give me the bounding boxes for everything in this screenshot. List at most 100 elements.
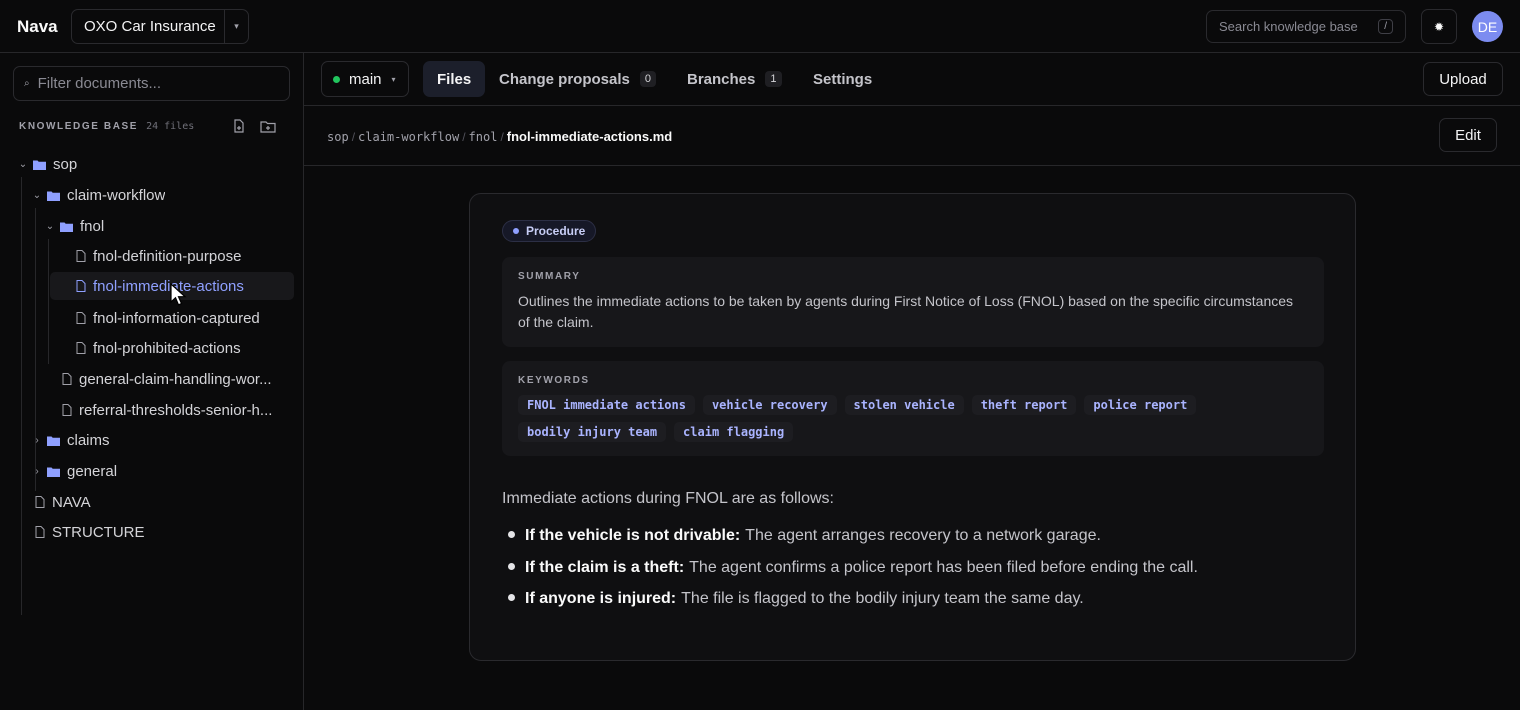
item-text: The agent arranges recovery to a network… <box>745 527 1101 544</box>
tree-file-structure[interactable]: STRUCTURE <box>35 518 287 546</box>
breadcrumb-current-file: fnol-immediate-actions.md <box>506 129 673 144</box>
bullet-icon <box>508 531 515 538</box>
list-item: If the vehicle is not drivable: The agent… <box>502 527 1322 559</box>
summary-text: Outlines the immediate actions to be tak… <box>518 293 1294 330</box>
branch-name: main <box>349 70 382 88</box>
tree-file-nava[interactable]: NAVA <box>35 488 287 516</box>
tab-count-badge: 0 <box>639 71 656 87</box>
list-item: If anyone is injured: The file is flagged… <box>502 590 1322 622</box>
sidebar: ⌕ KNOWLEDGE BASE 24 files ⌄ sop ⌄ claim-… <box>0 53 304 710</box>
tab-label: Files <box>437 70 472 88</box>
breadcrumb-segment[interactable]: sop <box>327 130 349 144</box>
sun-icon: ✹ <box>1433 19 1445 34</box>
bullet-icon <box>508 562 515 570</box>
badge-label: Procedure <box>526 224 586 238</box>
chevron-down-icon: ▾ <box>391 74 396 84</box>
search-shortcut: / <box>1378 19 1393 34</box>
tree-folder-claims[interactable]: › claims <box>31 426 287 454</box>
filter-input[interactable] <box>37 75 268 92</box>
tree-file-referral-thresholds[interactable]: referral-thresholds-senior-h... <box>62 396 290 424</box>
item-condition: If the vehicle is not drivable: <box>525 527 741 544</box>
avatar[interactable]: DE <box>1472 11 1503 42</box>
upload-button[interactable]: Upload <box>1423 62 1503 96</box>
item-text: The file is flagged to the bodily injury… <box>681 590 1084 607</box>
tab-change-proposals[interactable]: Change proposals 0 <box>499 61 656 97</box>
breadcrumb-separator: / <box>500 129 504 144</box>
chevron-down-icon[interactable]: ⌄ <box>17 159 29 170</box>
tree-label: general <box>67 462 118 480</box>
document-intro: Immediate actions during FNOL are as fol… <box>502 490 834 507</box>
file-count: 24 files <box>146 121 195 132</box>
branch-selector[interactable]: main ▾ <box>321 61 409 97</box>
file-icon <box>62 373 72 385</box>
breadcrumb-segment[interactable]: fnol <box>469 130 498 144</box>
new-file-icon[interactable] <box>232 119 246 134</box>
item-condition: If anyone is injured: <box>525 590 677 607</box>
tree-label: fnol-prohibited-actions <box>93 339 241 357</box>
tree-folder-claim-workflow[interactable]: ⌄ claim-workflow <box>31 181 287 209</box>
tree-label: STRUCTURE <box>52 523 145 541</box>
tree-label: fnol <box>80 217 105 235</box>
chevron-right-icon[interactable]: › <box>31 435 43 446</box>
chevron-down-icon[interactable]: ⌄ <box>31 190 43 201</box>
knowledge-base-actions <box>232 119 276 134</box>
edit-button[interactable]: Edit <box>1439 118 1497 152</box>
tabs-bar: main ▾ Files Change proposals 0 Branches… <box>304 53 1520 106</box>
keyword-chip: stolen vehicle <box>844 395 964 415</box>
file-icon <box>76 312 86 324</box>
theme-toggle-button[interactable]: ✹ <box>1421 9 1457 44</box>
file-icon <box>76 342 86 354</box>
folder-icon <box>47 190 60 201</box>
keywords-title: KEYWORDS <box>518 375 590 386</box>
tree-label: fnol-definition-purpose <box>93 247 242 265</box>
keyword-chip: bodily injury team <box>518 422 667 442</box>
tree-label: NAVA <box>52 493 91 511</box>
new-folder-icon[interactable] <box>260 119 276 134</box>
badge-dot <box>513 228 519 234</box>
chevron-down-icon[interactable]: ⌄ <box>44 221 56 232</box>
file-icon <box>76 280 86 292</box>
tree-file-general-claim-handling[interactable]: general-claim-handling-wor... <box>62 365 290 393</box>
breadcrumb-segment[interactable]: claim-workflow <box>358 130 459 144</box>
breadcrumb-separator: / <box>351 129 356 144</box>
tree-label: claim-workflow <box>67 186 166 204</box>
knowledge-base-title: KNOWLEDGE BASE <box>19 121 139 132</box>
filter-documents[interactable]: ⌕ <box>13 66 290 101</box>
file-icon <box>35 526 45 538</box>
summary-panel: SUMMARY Outlines the immediate actions t… <box>502 257 1324 347</box>
tab-label: Change proposals <box>499 70 630 88</box>
keyword-chip: theft report <box>971 395 1077 415</box>
search-icon: ⌕ <box>24 78 30 89</box>
chevron-right-icon[interactable]: › <box>31 466 43 477</box>
summary-title: SUMMARY <box>518 271 581 282</box>
file-icon <box>35 496 45 508</box>
tree-folder-general[interactable]: › general <box>31 457 287 485</box>
tab-files[interactable]: Files <box>423 61 486 97</box>
top-bar: Nava OXO Car Insurance ▾ Search knowledg… <box>0 0 1520 53</box>
tab-branches[interactable]: Branches 1 <box>687 61 782 97</box>
tree-folder-sop[interactable]: ⌄ sop <box>17 150 287 178</box>
project-name[interactable]: OXO Car Insurance <box>72 18 224 35</box>
tab-label: Settings <box>813 70 873 88</box>
file-icon <box>76 250 86 262</box>
tree-file-fnol-definition-purpose[interactable]: fnol-definition-purpose <box>76 242 287 270</box>
keyword-chip: vehicle recovery <box>702 395 837 415</box>
knowledge-base-header: KNOWLEDGE BASE 24 files <box>19 121 194 132</box>
breadcrumb-separator: / <box>462 129 466 144</box>
project-selector[interactable]: OXO Car Insurance ▾ <box>71 9 249 44</box>
doc-type-badge: Procedure <box>502 220 597 242</box>
app-brand[interactable]: Nava <box>17 17 58 37</box>
search-knowledge-base[interactable]: Search knowledge base / <box>1206 10 1406 43</box>
tab-settings[interactable]: Settings <box>813 61 872 97</box>
tab-label: Branches <box>687 70 756 88</box>
tree-folder-fnol[interactable]: ⌄ fnol <box>44 212 287 240</box>
file-icon <box>62 404 72 416</box>
tree-label: sop <box>53 155 78 173</box>
tree-label: fnol-information-captured <box>93 309 260 327</box>
tree-file-fnol-prohibited-actions[interactable]: fnol-prohibited-actions <box>76 334 287 362</box>
chevron-down-icon[interactable]: ▾ <box>224 10 248 43</box>
item-text: The agent confirms a police report has b… <box>689 558 1198 576</box>
document-card: Procedure SUMMARY Outlines the immediate… <box>469 193 1356 661</box>
keyword-chip: FNOL immediate actions <box>518 395 695 415</box>
keywords-panel: KEYWORDS FNOL immediate actions vehicle … <box>502 361 1324 456</box>
